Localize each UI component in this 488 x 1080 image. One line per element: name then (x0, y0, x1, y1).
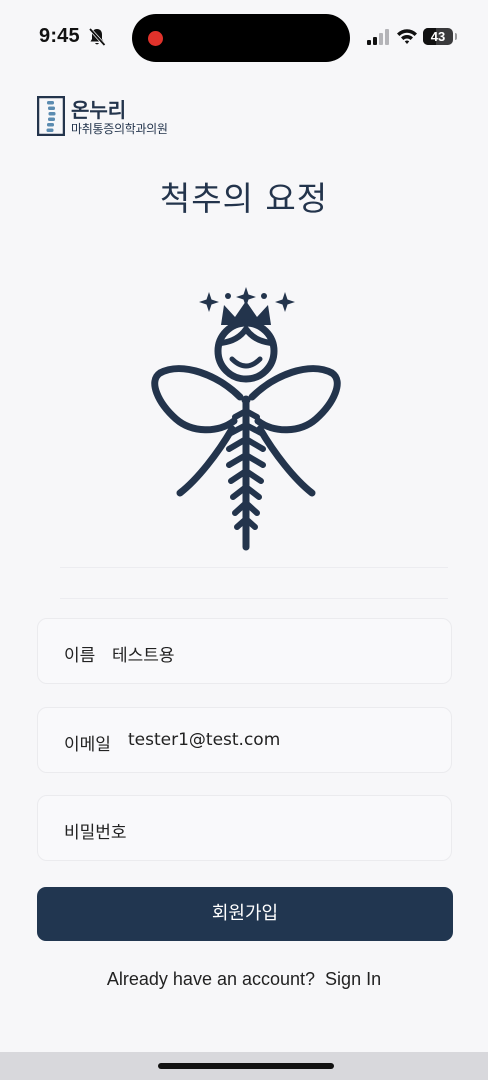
email-field[interactable]: 이메일 tester1@test.com (37, 707, 452, 773)
name-field[interactable]: 이름 테스트용 (37, 618, 452, 684)
clinic-subtitle: 마취통증의학과의원 (71, 122, 168, 136)
wifi-icon (397, 29, 417, 44)
password-label: 비밀번호 (64, 823, 127, 843)
home-indicator[interactable] (158, 1063, 334, 1069)
signin-link[interactable]: Sign In (325, 969, 381, 989)
status-bar: 9:45 43 (0, 0, 488, 76)
battery-indicator: 43 (423, 28, 453, 45)
signin-prompt-text: Already have an account? (106, 969, 316, 989)
signup-button[interactable]: 회원가입 (37, 887, 453, 941)
clinic-logo: 온누리 마취통증의학과의원 (37, 94, 237, 138)
name-label: 이름 (64, 646, 96, 666)
cellular-signal-icon (367, 29, 389, 45)
password-field[interactable]: 비밀번호 (37, 795, 452, 861)
spine-fairy-mascot-icon (151, 287, 341, 551)
dynamic-island (132, 14, 350, 62)
spine-logo-icon (37, 96, 65, 136)
email-label: 이메일 (64, 735, 111, 755)
bell-off-icon (88, 27, 106, 47)
signin-prompt-row: Already have an account? Sign In (0, 969, 488, 990)
name-input-value[interactable]: 테스트용 (112, 641, 175, 666)
divider (60, 598, 448, 599)
clinic-name: 온누리 (71, 98, 127, 122)
recording-indicator-icon (148, 31, 163, 46)
signup-screen: 9:45 43 온누리 마취통증의학과의원 척추의 요정 이름 테스트용 이메일… (0, 0, 488, 1080)
battery-tip-icon (455, 33, 457, 40)
status-time: 9:45 (39, 25, 80, 47)
app-title: 척추의 요정 (159, 179, 329, 218)
battery-percentage: 43 (430, 29, 446, 44)
email-input-value[interactable]: tester1@test.com (128, 730, 280, 750)
divider (60, 567, 448, 568)
